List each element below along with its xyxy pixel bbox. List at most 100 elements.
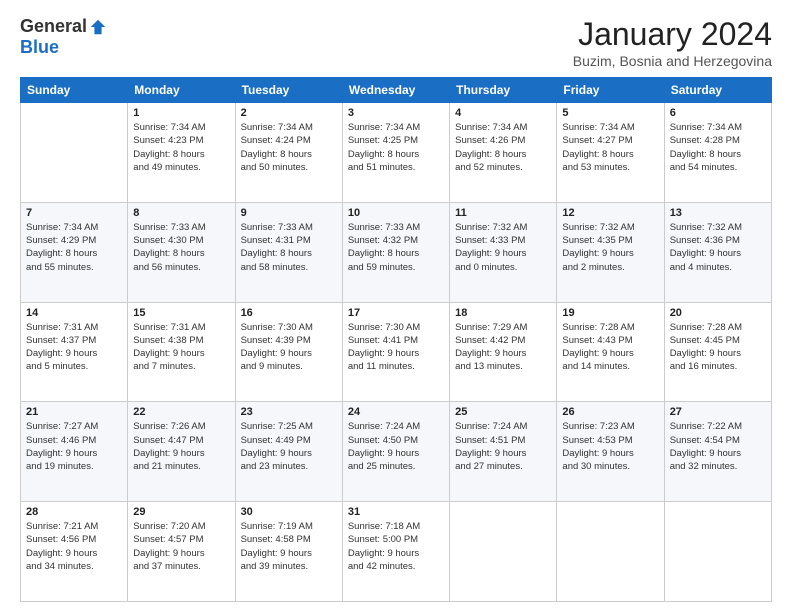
day-info: Sunrise: 7:34 AMSunset: 4:29 PMDaylight:… [26,221,122,274]
day-info: Sunrise: 7:32 AMSunset: 4:35 PMDaylight:… [562,221,658,274]
day-info: Sunrise: 7:34 AMSunset: 4:23 PMDaylight:… [133,121,229,174]
day-info: Sunrise: 7:31 AMSunset: 4:37 PMDaylight:… [26,321,122,374]
title-area: January 2024 Buzim, Bosnia and Herzegovi… [573,16,772,69]
day-number: 23 [241,406,337,418]
day-info: Sunrise: 7:33 AMSunset: 4:31 PMDaylight:… [241,221,337,274]
day-info: Sunrise: 7:33 AMSunset: 4:32 PMDaylight:… [348,221,444,274]
logo: General Blue [20,16,107,58]
day-info: Sunrise: 7:28 AMSunset: 4:43 PMDaylight:… [562,321,658,374]
table-row: 23 Sunrise: 7:25 AMSunset: 4:49 PMDayligh… [235,402,342,502]
logo-icon [89,18,107,36]
col-thursday: Thursday [450,78,557,103]
table-row: 22 Sunrise: 7:26 AMSunset: 4:47 PMDayligh… [128,402,235,502]
table-row: 19 Sunrise: 7:28 AMSunset: 4:43 PMDayligh… [557,302,664,402]
table-row: 27 Sunrise: 7:22 AMSunset: 4:54 PMDayligh… [664,402,771,502]
day-number: 8 [133,207,229,219]
day-info: Sunrise: 7:34 AMSunset: 4:28 PMDaylight:… [670,121,766,174]
day-number: 27 [670,406,766,418]
day-number: 7 [26,207,122,219]
table-row: 7 Sunrise: 7:34 AMSunset: 4:29 PMDaylight… [21,202,128,302]
day-number: 1 [133,107,229,119]
day-number: 22 [133,406,229,418]
table-row: 14 Sunrise: 7:31 AMSunset: 4:37 PMDayligh… [21,302,128,402]
day-info: Sunrise: 7:18 AMSunset: 5:00 PMDaylight:… [348,520,444,573]
day-info: Sunrise: 7:27 AMSunset: 4:46 PMDaylight:… [26,420,122,473]
day-number: 11 [455,207,551,219]
table-row: 6 Sunrise: 7:34 AMSunset: 4:28 PMDaylight… [664,103,771,203]
day-number: 16 [241,307,337,319]
col-saturday: Saturday [664,78,771,103]
day-info: Sunrise: 7:25 AMSunset: 4:49 PMDaylight:… [241,420,337,473]
calendar-week-row: 1 Sunrise: 7:34 AMSunset: 4:23 PMDaylight… [21,103,772,203]
day-number: 19 [562,307,658,319]
table-row: 26 Sunrise: 7:23 AMSunset: 4:53 PMDayligh… [557,402,664,502]
table-row [450,502,557,602]
col-tuesday: Tuesday [235,78,342,103]
day-number: 9 [241,207,337,219]
logo-blue: Blue [20,37,59,58]
day-number: 12 [562,207,658,219]
calendar-table: Sunday Monday Tuesday Wednesday Thursday… [20,77,772,602]
logo-general: General [20,16,87,37]
day-number: 17 [348,307,444,319]
calendar-week-row: 7 Sunrise: 7:34 AMSunset: 4:29 PMDaylight… [21,202,772,302]
day-number: 30 [241,506,337,518]
day-info: Sunrise: 7:26 AMSunset: 4:47 PMDaylight:… [133,420,229,473]
day-number: 25 [455,406,551,418]
table-row: 8 Sunrise: 7:33 AMSunset: 4:30 PMDaylight… [128,202,235,302]
day-info: Sunrise: 7:30 AMSunset: 4:41 PMDaylight:… [348,321,444,374]
table-row: 11 Sunrise: 7:32 AMSunset: 4:33 PMDayligh… [450,202,557,302]
table-row: 9 Sunrise: 7:33 AMSunset: 4:31 PMDaylight… [235,202,342,302]
day-info: Sunrise: 7:21 AMSunset: 4:56 PMDaylight:… [26,520,122,573]
table-row [664,502,771,602]
table-row: 29Sunrise: 7:20 AMSunset: 4:57 PMDayligh… [128,502,235,602]
day-number: 15 [133,307,229,319]
table-row: 31 Sunrise: 7:18 AMSunset: 5:00 PMDayligh… [342,502,449,602]
table-row: 25 Sunrise: 7:24 AMSunset: 4:51 PMDayligh… [450,402,557,502]
day-info: Sunrise: 7:32 AMSunset: 4:33 PMDaylight:… [455,221,551,274]
table-row: 4Sunrise: 7:34 AMSunset: 4:26 PMDaylight… [450,103,557,203]
day-number: 26 [562,406,658,418]
table-row: 1 Sunrise: 7:34 AMSunset: 4:23 PMDaylight… [128,103,235,203]
day-number: 28 [26,506,122,518]
month-title: January 2024 [573,16,772,53]
day-number: 5 [562,107,658,119]
calendar-week-row: 28 Sunrise: 7:21 AMSunset: 4:56 PMDayligh… [21,502,772,602]
table-row [21,103,128,203]
table-row: 28 Sunrise: 7:21 AMSunset: 4:56 PMDayligh… [21,502,128,602]
col-friday: Friday [557,78,664,103]
table-row: 12 Sunrise: 7:32 AMSunset: 4:35 PMDayligh… [557,202,664,302]
page: General Blue January 2024 Buzim, Bosnia … [0,0,792,612]
table-row: 13Sunrise: 7:32 AMSunset: 4:36 PMDayligh… [664,202,771,302]
col-sunday: Sunday [21,78,128,103]
calendar-header-row: Sunday Monday Tuesday Wednesday Thursday… [21,78,772,103]
table-row: 17 Sunrise: 7:30 AMSunset: 4:41 PMDayligh… [342,302,449,402]
day-number: 31 [348,506,444,518]
col-wednesday: Wednesday [342,78,449,103]
table-row: 24Sunrise: 7:24 AMSunset: 4:50 PMDayligh… [342,402,449,502]
day-number: 3 [348,107,444,119]
day-info: Sunrise: 7:23 AMSunset: 4:53 PMDaylight:… [562,420,658,473]
calendar-week-row: 14 Sunrise: 7:31 AMSunset: 4:37 PMDayligh… [21,302,772,402]
day-info: Sunrise: 7:29 AMSunset: 4:42 PMDaylight:… [455,321,551,374]
table-row: 20Sunrise: 7:28 AMSunset: 4:45 PMDayligh… [664,302,771,402]
day-number: 13 [670,207,766,219]
day-info: Sunrise: 7:34 AMSunset: 4:25 PMDaylight:… [348,121,444,174]
day-info: Sunrise: 7:34 AMSunset: 4:24 PMDaylight:… [241,121,337,174]
day-info: Sunrise: 7:28 AMSunset: 4:45 PMDaylight:… [670,321,766,374]
day-info: Sunrise: 7:33 AMSunset: 4:30 PMDaylight:… [133,221,229,274]
col-monday: Monday [128,78,235,103]
day-info: Sunrise: 7:19 AMSunset: 4:58 PMDaylight:… [241,520,337,573]
day-number: 14 [26,307,122,319]
day-number: 6 [670,107,766,119]
table-row: 16Sunrise: 7:30 AMSunset: 4:39 PMDayligh… [235,302,342,402]
table-row: 15Sunrise: 7:31 AMSunset: 4:38 PMDayligh… [128,302,235,402]
day-info: Sunrise: 7:24 AMSunset: 4:51 PMDaylight:… [455,420,551,473]
day-info: Sunrise: 7:24 AMSunset: 4:50 PMDaylight:… [348,420,444,473]
day-info: Sunrise: 7:20 AMSunset: 4:57 PMDaylight:… [133,520,229,573]
location: Buzim, Bosnia and Herzegovina [573,53,772,69]
header: General Blue January 2024 Buzim, Bosnia … [20,16,772,69]
day-info: Sunrise: 7:22 AMSunset: 4:54 PMDaylight:… [670,420,766,473]
table-row: 18Sunrise: 7:29 AMSunset: 4:42 PMDayligh… [450,302,557,402]
table-row: 10Sunrise: 7:33 AMSunset: 4:32 PMDayligh… [342,202,449,302]
